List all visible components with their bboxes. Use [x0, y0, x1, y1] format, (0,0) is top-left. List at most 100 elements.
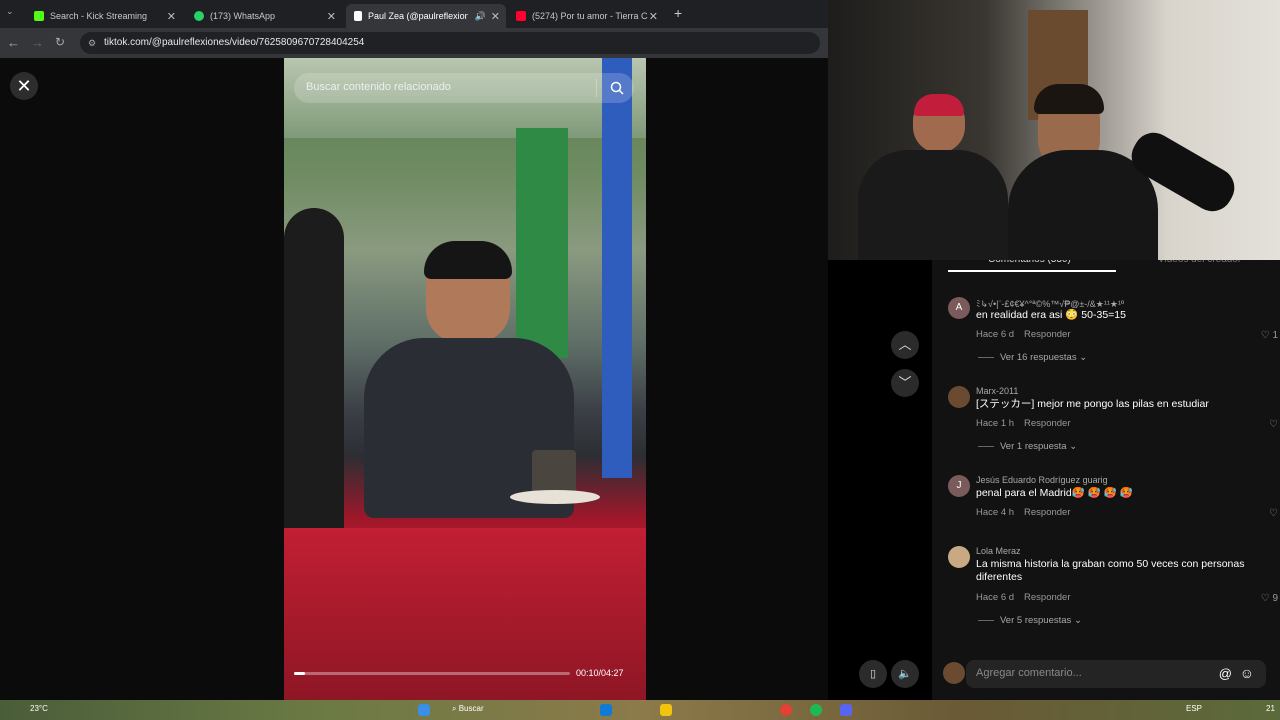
close-tab-icon[interactable]: ✕	[167, 10, 176, 23]
active-tab-underline	[948, 270, 1116, 272]
comment-username[interactable]: Marx-2011	[976, 386, 1018, 396]
comment-time: Hace 4 h	[976, 507, 1015, 518]
taskbar-search-label: Buscar	[458, 704, 484, 713]
video-progress-bar[interactable]	[294, 672, 570, 675]
mention-icon[interactable]: @	[1219, 666, 1232, 681]
like-button[interactable]: ♡	[1269, 508, 1278, 519]
emoji-icon[interactable]: ☺	[1240, 665, 1254, 681]
url-text: tiktok.com/@paulreflexiones/video/762580…	[104, 37, 365, 48]
heart-icon: ♡	[1269, 508, 1278, 519]
person-hair	[424, 241, 512, 279]
back-icon[interactable]: ←	[7, 35, 20, 50]
my-avatar	[943, 662, 965, 684]
edge-icon[interactable]	[600, 704, 612, 716]
comment-text: en realidad era asi 😳 50-35=15	[976, 309, 1126, 321]
language-indicator[interactable]: ESP	[1186, 704, 1202, 713]
reply-button[interactable]: Responder	[1024, 507, 1070, 518]
mini-player-button[interactable]: ▯	[859, 660, 887, 688]
volume-button[interactable]: 🔈	[891, 660, 919, 688]
close-video-button[interactable]: ✕	[10, 72, 38, 100]
webcam-person-1-cap	[914, 94, 964, 116]
webcam-person-2-hair	[1034, 84, 1104, 114]
tab-tiktok[interactable]: Paul Zea (@paulreflexiones 🔊 ✕	[346, 4, 506, 28]
reload-icon[interactable]: ↻	[55, 35, 65, 49]
heart-icon: ♡	[1260, 330, 1270, 341]
next-video-button[interactable]: ﹀	[891, 369, 919, 397]
comment-username[interactable]: Lola Meraz	[976, 546, 1021, 556]
start-icon[interactable]	[418, 704, 430, 716]
webcam-overlay	[828, 0, 1280, 260]
video-progress-fill	[294, 672, 306, 675]
video-player[interactable]	[284, 58, 646, 700]
search-icon[interactable]	[610, 81, 624, 95]
address-bar-row: ← → ↻ ⚙ tiktok.com/@paulreflexiones/vide…	[0, 28, 828, 58]
forward-icon[interactable]: →	[31, 35, 44, 50]
close-icon: ✕	[16, 76, 32, 96]
tab-list-chevron-icon[interactable]: ⌄	[6, 6, 14, 17]
new-tab-icon[interactable]: +	[674, 5, 682, 21]
tab-youtube[interactable]: (5274) Por tu amor - Tierra Can ✕	[508, 4, 664, 28]
avatar[interactable]: J	[948, 475, 970, 497]
comment-time: Hace 1 h	[976, 418, 1015, 429]
comment-item: Marx-2011 [ステッカー] mejor me pongo las pil…	[948, 386, 1278, 456]
view-replies-button[interactable]: Ver 16 respuestas ⌄	[978, 352, 1087, 363]
kick-icon	[34, 11, 44, 21]
comment-item: J Jesús Eduardo Rodríguez guarig penal p…	[948, 475, 1278, 525]
weather-temp[interactable]: 23°C	[30, 704, 48, 713]
comment-username[interactable]: Jesús Eduardo Rodríguez guarig	[976, 475, 1108, 485]
chrome-icon[interactable]	[780, 704, 792, 716]
like-count: 9	[1272, 593, 1278, 604]
previous-video-button[interactable]: ︿	[891, 331, 919, 359]
comment-text: penal para el Madrid🥵 🥵 🥵 🥵	[976, 487, 1133, 499]
clock[interactable]: 21	[1266, 704, 1275, 713]
search-placeholder: Buscar contenido relacionado	[306, 81, 451, 93]
tab-label: (5274) Por tu amor - Tierra Can	[532, 11, 648, 21]
site-info-icon[interactable]: ⚙	[88, 32, 96, 54]
avatar[interactable]: A	[948, 297, 970, 319]
heart-icon: ♡	[1260, 593, 1270, 604]
like-button[interactable]: ♡	[1269, 419, 1278, 430]
related-search-bar[interactable]: Buscar contenido relacionado	[294, 73, 634, 103]
browser-tab-bar: ⌄ Search - Kick Streaming ✕ (173) WhatsA…	[0, 0, 828, 28]
like-button[interactable]: ♡ 1	[1261, 330, 1278, 341]
search-icon: ⌕	[452, 704, 457, 713]
spotify-icon[interactable]	[810, 704, 822, 716]
close-tab-icon[interactable]: ✕	[649, 10, 658, 23]
speaker-icon[interactable]: 🔊	[475, 11, 486, 22]
whatsapp-icon	[194, 11, 204, 21]
video-time: 00:10/04:27	[576, 668, 624, 678]
tab-label: Search - Kick Streaming	[50, 11, 148, 21]
comment-item: Lola Meraz La misma historia la graban c…	[948, 546, 1278, 632]
view-replies-button[interactable]: Ver 5 respuestas ⌄	[978, 615, 1082, 626]
windows-taskbar: 23°C ⌕ Buscar ESP 21	[0, 700, 1280, 720]
avatar[interactable]	[948, 546, 970, 568]
comment-item: A ﾐ↳√•|¨-£¢€¥^°ª©%™√₱@±-/&★¹¹★¹º en real…	[948, 297, 1278, 367]
tab-label: (173) WhatsApp	[210, 11, 276, 21]
reply-button[interactable]: Responder	[1024, 592, 1070, 603]
chevron-down-icon: ⌄	[1079, 352, 1088, 363]
close-tab-icon[interactable]: ✕	[491, 10, 500, 23]
webcam-person-1-shirt	[858, 150, 1008, 260]
tab-kick[interactable]: Search - Kick Streaming ✕	[26, 4, 182, 28]
reply-button[interactable]: Responder	[1024, 329, 1070, 340]
comment-text: La misma historia la graban como 50 vece…	[976, 558, 1245, 583]
avatar[interactable]	[948, 386, 970, 408]
speaker-icon: 🔈	[898, 668, 912, 680]
discord-icon[interactable]	[840, 704, 852, 716]
like-button[interactable]: ♡ 9	[1261, 593, 1278, 604]
chevron-down-icon: ⌄	[1069, 441, 1078, 452]
close-tab-icon[interactable]: ✕	[327, 10, 336, 23]
view-replies-button[interactable]: Ver 1 respuesta ⌄	[978, 441, 1077, 452]
tab-whatsapp[interactable]: (173) WhatsApp ✕	[186, 4, 342, 28]
taskbar-search[interactable]: ⌕ Buscar	[452, 704, 484, 714]
comment-input[interactable]: Agregar comentario... @ ☺	[966, 660, 1266, 688]
url-field[interactable]: ⚙ tiktok.com/@paulreflexiones/video/7625…	[80, 32, 820, 54]
view-replies-label: Ver 16 respuestas	[1000, 352, 1077, 363]
chevron-up-icon: ︿	[898, 337, 912, 352]
tab-label: Paul Zea (@paulreflexiones	[368, 11, 468, 21]
heart-icon: ♡	[1269, 419, 1278, 430]
folder-icon[interactable]	[660, 704, 672, 716]
chevron-down-icon: ﹀	[898, 375, 912, 390]
reply-button[interactable]: Responder	[1024, 418, 1070, 429]
comment-time: Hace 6 d	[976, 592, 1015, 603]
